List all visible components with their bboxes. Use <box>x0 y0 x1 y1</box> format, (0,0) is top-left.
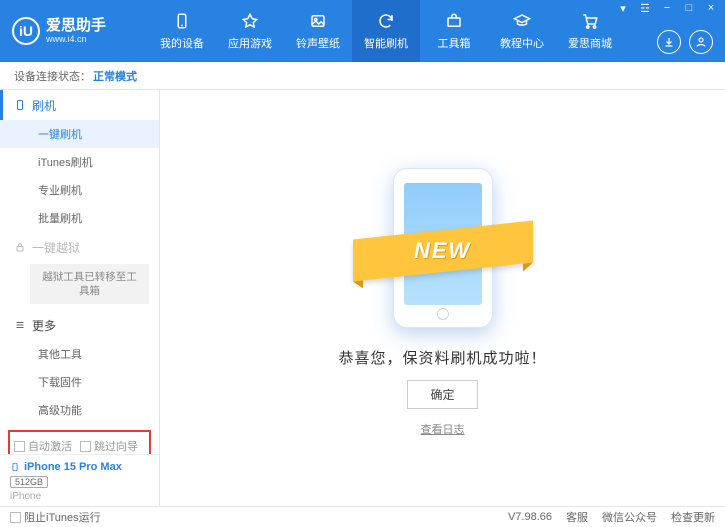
minimize-icon[interactable]: − <box>659 0 675 16</box>
checkbox-block-itunes[interactable]: 阻止iTunes运行 <box>10 509 101 525</box>
status-bar: 设备连接状态： 正常模式 <box>0 62 725 90</box>
status-label: 设备连接状态： <box>14 68 91 84</box>
skin-icon[interactable]: ☲ <box>637 0 653 16</box>
cart-icon <box>580 11 600 31</box>
sidebar-item-download-fw[interactable]: 下载固件 <box>0 368 159 396</box>
sidebar-section-more[interactable]: 更多 <box>0 310 159 340</box>
nav-label: 工具箱 <box>438 35 471 51</box>
success-illustration: NEW <box>353 160 533 335</box>
sidebar-header-label: 更多 <box>32 317 56 334</box>
device-info: iPhone 15 Pro Max 512GB iPhone <box>0 454 159 506</box>
sidebar-item-oneclick[interactable]: 一键刷机 <box>0 120 159 148</box>
phone-icon <box>172 11 192 31</box>
download-icon[interactable] <box>657 30 681 54</box>
ok-button[interactable]: 确定 <box>407 380 477 409</box>
nav-ringtone[interactable]: 铃声壁纸 <box>284 0 352 62</box>
nav-tutorial[interactable]: 教程中心 <box>488 0 556 62</box>
nav-flash[interactable]: 智能刷机 <box>352 0 420 62</box>
lock-icon <box>14 241 26 253</box>
sidebar-header-label: 刷机 <box>32 97 56 114</box>
sidebar: 刷机 一键刷机 iTunes刷机 专业刷机 批量刷机 一键越狱 越狱工具已转移至… <box>0 90 160 506</box>
device-icon <box>10 461 20 473</box>
main-nav: 我的设备 应用游戏 铃声壁纸 智能刷机 工具箱 教程中心 爱思商城 <box>148 0 624 62</box>
list-icon <box>14 319 26 331</box>
success-message: 恭喜您，保资料刷机成功啦！ <box>338 347 546 368</box>
options-highlight-box: 自动激活 跳过向导 <box>8 430 151 454</box>
new-ribbon: NEW <box>353 220 533 281</box>
maximize-icon[interactable]: □ <box>681 0 697 16</box>
footer: 阻止iTunes运行 V7.98.66 客服 微信公众号 检查更新 <box>0 506 725 527</box>
sidebar-item-batch[interactable]: 批量刷机 <box>0 204 159 232</box>
nav-apps[interactable]: 应用游戏 <box>216 0 284 62</box>
nav-toolbox[interactable]: 工具箱 <box>420 0 488 62</box>
nav-label: 爱思商城 <box>568 35 612 51</box>
view-log-link[interactable]: 查看日志 <box>421 421 465 437</box>
nav-label: 我的设备 <box>160 35 204 51</box>
user-icon[interactable] <box>689 30 713 54</box>
flash-icon <box>14 99 26 111</box>
apps-icon <box>240 11 260 31</box>
app-header: iU 爱思助手 www.i4.cn 我的设备 应用游戏 铃声壁纸 智能刷机 工具… <box>0 0 725 62</box>
menu-icon[interactable]: ▾ <box>615 0 631 16</box>
sidebar-section-flash[interactable]: 刷机 <box>0 90 159 120</box>
logo: iU 爱思助手 www.i4.cn <box>6 17 148 45</box>
sidebar-item-othertools[interactable]: 其他工具 <box>0 340 159 368</box>
app-title: 爱思助手 <box>46 18 106 34</box>
refresh-icon <box>376 11 396 31</box>
sidebar-item-advanced[interactable]: 高级功能 <box>0 396 159 424</box>
footer-link-update[interactable]: 检查更新 <box>671 509 715 525</box>
device-name[interactable]: iPhone 15 Pro Max <box>10 461 149 473</box>
footer-link-wechat[interactable]: 微信公众号 <box>602 509 657 525</box>
footer-link-support[interactable]: 客服 <box>566 509 588 525</box>
nav-my-device[interactable]: 我的设备 <box>148 0 216 62</box>
checkbox-label: 阻止iTunes运行 <box>24 509 101 525</box>
checkbox-skip-guide[interactable]: 跳过向导 <box>80 438 138 454</box>
app-url: www.i4.cn <box>46 34 106 45</box>
nav-label: 铃声壁纸 <box>296 35 340 51</box>
close-icon[interactable]: × <box>703 0 719 16</box>
window-controls: ▾ ☲ − □ × <box>615 0 719 16</box>
checkbox-label: 自动激活 <box>28 438 72 454</box>
toolbox-icon <box>444 11 464 31</box>
main-content: NEW 恭喜您，保资料刷机成功啦！ 确定 查看日志 <box>160 90 725 506</box>
nav-label: 教程中心 <box>500 35 544 51</box>
logo-icon: iU <box>12 17 40 45</box>
sidebar-header-label: 一键越狱 <box>32 239 80 256</box>
jailbreak-note: 越狱工具已转移至工具箱 <box>30 264 149 304</box>
sidebar-section-jailbreak[interactable]: 一键越狱 <box>0 232 159 262</box>
image-icon <box>308 11 328 31</box>
version-label: V7.98.66 <box>508 511 552 523</box>
checkbox-auto-activate[interactable]: 自动激活 <box>14 438 72 454</box>
device-type: iPhone <box>10 491 149 502</box>
sidebar-item-pro[interactable]: 专业刷机 <box>0 176 159 204</box>
nav-store[interactable]: 爱思商城 <box>556 0 624 62</box>
checkbox-label: 跳过向导 <box>94 438 138 454</box>
graduation-icon <box>512 11 532 31</box>
device-storage: 512GB <box>10 476 48 488</box>
status-value: 正常模式 <box>93 68 137 84</box>
nav-label: 智能刷机 <box>364 35 408 51</box>
sidebar-item-itunes[interactable]: iTunes刷机 <box>0 148 159 176</box>
nav-label: 应用游戏 <box>228 35 272 51</box>
